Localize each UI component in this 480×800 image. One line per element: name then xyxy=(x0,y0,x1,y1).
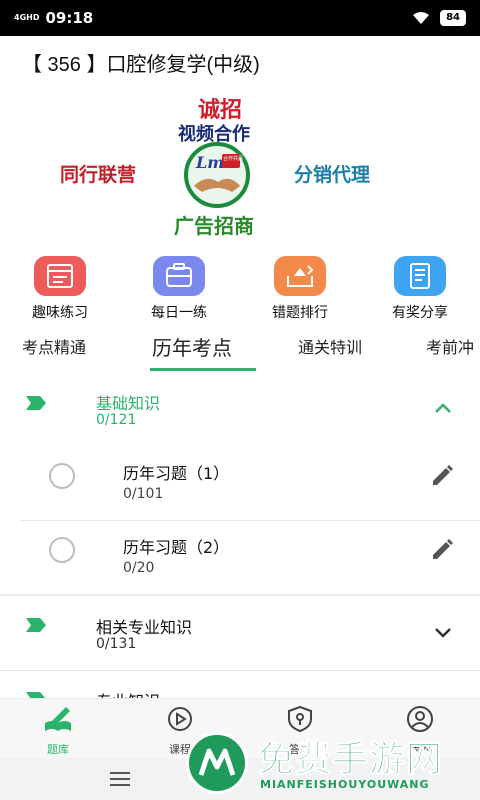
pencil-icon[interactable] xyxy=(428,536,456,564)
item-count: 0/20 xyxy=(123,560,155,576)
quick-action-label: 趣味练习 xyxy=(32,305,88,321)
chapter-list: 基础知识 0/121 历年习题（1） 0/101 历年习题（2） 0/20 相关… xyxy=(0,372,480,698)
book-pen-icon xyxy=(45,707,71,731)
watermark: 免费手游网 MIANFEISHOUYOUWANG xyxy=(180,724,480,800)
tab-past-exams[interactable]: 历年考点 xyxy=(152,332,232,361)
status-time: 09:18 xyxy=(45,9,94,27)
divider xyxy=(0,670,480,671)
quick-action-daily-practice[interactable]: 每日一练 xyxy=(129,256,229,322)
banner-right: 分销代理 xyxy=(294,164,371,186)
section-header[interactable]: 基础知识 0/121 xyxy=(0,372,480,448)
status-bar: 4GHD 09:18 84 xyxy=(0,0,480,36)
list-item[interactable]: 历年习题（2） 0/20 xyxy=(0,520,480,594)
nav-question-bank[interactable]: 题库 xyxy=(18,705,98,757)
tab-key-points[interactable]: 考点精通 xyxy=(22,334,86,358)
quick-action-share-reward[interactable]: 有奖分享 xyxy=(370,256,470,322)
item-count: 0/101 xyxy=(123,486,164,502)
chevron-down-icon[interactable] xyxy=(434,622,452,643)
radio-circle-icon[interactable] xyxy=(49,463,75,489)
watermark-subtitle: MIANFEISHOUYOUWANG xyxy=(260,778,430,791)
wifi-icon xyxy=(413,12,430,24)
banner-left: 同行联营 xyxy=(60,164,137,186)
quick-action-label: 每日一练 xyxy=(151,305,207,321)
section-header[interactable]: 专业知识 xyxy=(0,672,480,698)
tab-pass-training[interactable]: 通关特训 xyxy=(298,334,362,358)
tab-bar: 考点精通 历年考点 通关特训 考前冲 xyxy=(0,330,480,372)
browser-window-icon xyxy=(34,256,86,296)
item-title: 历年习题（2） xyxy=(123,538,230,557)
section-title: 基础知识 xyxy=(96,394,161,413)
ad-banner[interactable]: 诚招 视频合作 同行联营 分销代理 Lm 合作共赢 广告招商 xyxy=(50,92,430,242)
chevron-up-icon[interactable] xyxy=(434,398,452,419)
watermark-logo-icon xyxy=(186,732,248,794)
quick-action-label: 有奖分享 xyxy=(392,305,448,321)
page-title: 【 356 】口腔修复学(中级) xyxy=(22,54,260,76)
logo-small-text: 合作共赢 xyxy=(223,155,243,162)
pencil-icon[interactable] xyxy=(428,462,456,490)
nav-label: 题库 xyxy=(47,743,69,756)
watermark-title: 免费手游网 xyxy=(257,739,444,781)
inbox-export-icon xyxy=(274,256,326,296)
flag-icon xyxy=(26,618,46,632)
section-count: 0/131 xyxy=(96,636,137,652)
radio-circle-icon[interactable] xyxy=(49,537,75,563)
section-header[interactable]: 相关专业知识 0/131 xyxy=(0,596,480,672)
logo-text: Lm xyxy=(195,153,224,172)
battery-indicator: 84 xyxy=(440,10,466,26)
section-title: 专业知识 xyxy=(96,688,160,698)
section-count: 0/121 xyxy=(96,412,137,428)
section-title: 相关专业知识 xyxy=(96,618,193,637)
item-title: 历年习题（1） xyxy=(123,464,230,483)
tab-pre-exam[interactable]: 考前冲 xyxy=(426,334,474,358)
quick-action-label: 错题排行 xyxy=(272,305,328,321)
menu-icon[interactable] xyxy=(108,770,132,788)
flag-icon xyxy=(26,396,46,410)
banner-bottom: 广告招商 xyxy=(174,214,254,238)
handshake-logo-icon: Lm 合作共赢 xyxy=(184,142,250,208)
quick-action-wrong-ranking[interactable]: 错题排行 xyxy=(250,256,350,322)
list-item[interactable]: 历年习题（1） 0/101 xyxy=(0,446,480,520)
quick-action-fun-practice[interactable]: 趣味练习 xyxy=(10,256,110,322)
tab-indicator xyxy=(150,368,256,371)
briefcase-icon xyxy=(153,256,205,296)
notebook-icon xyxy=(394,256,446,296)
network-indicator: 4GHD xyxy=(14,13,40,22)
